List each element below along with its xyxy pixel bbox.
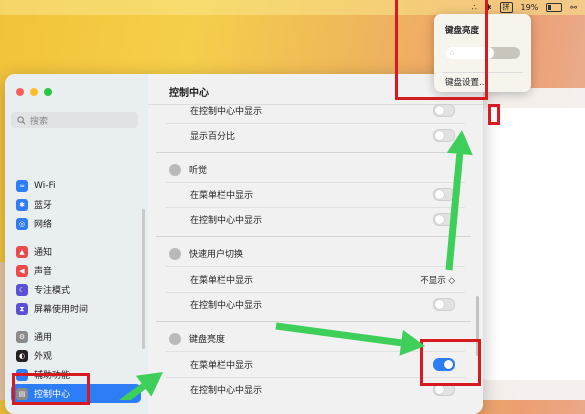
minimize-button[interactable] bbox=[30, 88, 38, 96]
zoom-button[interactable] bbox=[44, 88, 52, 96]
close-button[interactable] bbox=[16, 88, 24, 96]
setting-label: 听觉 bbox=[189, 166, 208, 176]
setting-row: 在控制中心中显示 bbox=[158, 292, 465, 317]
page-title: 控制中心 bbox=[169, 88, 209, 99]
search-icon bbox=[17, 115, 26, 125]
setting-label: 在控制中心中显示 bbox=[190, 107, 263, 117]
setting-row: 在控制中心中显示 bbox=[158, 98, 465, 123]
setting-label: 键盘亮度 bbox=[189, 335, 226, 345]
sidebar-scrollbar[interactable] bbox=[142, 209, 145, 349]
hourglass-icon: ⧗ bbox=[16, 302, 28, 315]
setting-label: 在菜单栏中显示 bbox=[190, 276, 254, 286]
setting-label: 在控制中心中显示 bbox=[190, 216, 263, 226]
dropdown-select[interactable]: 不显示 ◇ bbox=[420, 274, 455, 286]
sidebar-item-label: 通知 bbox=[34, 248, 53, 258]
sidebar-item-5[interactable]: ☾ 专注模式 bbox=[11, 280, 141, 299]
sidebar-item-4[interactable]: ◀ 声音 bbox=[11, 261, 141, 280]
bell-icon: ▲ bbox=[16, 245, 28, 258]
ear-icon bbox=[169, 163, 181, 176]
sidebar-item-label: 网络 bbox=[34, 220, 53, 230]
toggle-switch[interactable] bbox=[433, 129, 455, 142]
control-center-menubar-icon[interactable]: ⚯ bbox=[570, 3, 577, 12]
toggle-switch[interactable] bbox=[433, 298, 455, 311]
sidebar-item-1[interactable]: ✱ 蓝牙 bbox=[11, 195, 141, 214]
keyboard-brightness-icon bbox=[169, 332, 181, 345]
sidebar-list: ≈ Wi-Fi ✱ 蓝牙 ◎ 网络 ▲ 通知 ◀ 声音 ☾ 专注模式 ⧗ 屏幕使用时间 ⚙ 通用 ◐ 外观 ✦ 辅助功… bbox=[11, 176, 141, 403]
sidebar-item-label: Wi-Fi bbox=[34, 180, 56, 191]
sidebar-item-label: 通用 bbox=[34, 333, 53, 343]
section-header: 听觉 bbox=[158, 157, 465, 182]
annotation-box-toggle bbox=[420, 339, 481, 386]
setting-label: 快速用户切换 bbox=[189, 250, 244, 260]
search-placeholder: 搜索 bbox=[30, 116, 49, 127]
search-input[interactable]: 搜索 bbox=[11, 112, 138, 128]
sidebar-item-0[interactable]: ≈ Wi-Fi bbox=[11, 176, 141, 195]
setting-label: 在控制中心中显示 bbox=[190, 386, 263, 396]
sidebar-item-label: 专注模式 bbox=[34, 286, 71, 296]
moon-icon: ☾ bbox=[16, 283, 28, 296]
sidebar-item-label: 蓝牙 bbox=[34, 201, 53, 211]
user-switch-icon bbox=[169, 247, 181, 260]
setting-row: 显示百分比 bbox=[158, 123, 465, 148]
input-method[interactable]: 拼 bbox=[499, 2, 513, 13]
sidebar: 搜索 ≈ Wi-Fi ✱ 蓝牙 ◎ 网络 ▲ 通知 ◀ 声音 ☾ 专注模式 ⧗ 屏幕使用时间 ⚙ 通用 ◐ 外观 ✦… bbox=[5, 74, 149, 414]
annotation-box-popup bbox=[395, 0, 488, 100]
window-controls bbox=[16, 88, 52, 96]
setting-row: 在菜单栏中显示 bbox=[158, 352, 465, 377]
setting-label: 在菜单栏中显示 bbox=[190, 361, 254, 371]
menu-bar: ∴ ✱ 拼 19% ⚯ bbox=[0, 0, 585, 15]
appearance-icon: ◐ bbox=[16, 349, 28, 362]
speaker-icon: ◀ bbox=[16, 264, 28, 277]
annotation-box-sidebar bbox=[12, 373, 90, 405]
section-header: 键盘亮度 bbox=[158, 326, 465, 351]
globe-icon: ◎ bbox=[16, 217, 28, 230]
toggle-switch[interactable] bbox=[433, 213, 455, 226]
sidebar-item-label: 屏幕使用时间 bbox=[34, 305, 89, 315]
setting-label: 在菜单栏中显示 bbox=[190, 191, 254, 201]
setting-label: 在控制中心中显示 bbox=[190, 301, 263, 311]
toggle-switch[interactable] bbox=[433, 188, 455, 201]
setting-row: 在控制中心中显示 bbox=[158, 207, 465, 232]
battery-icon[interactable] bbox=[546, 3, 563, 12]
sidebar-item-8[interactable]: ◐ 外观 bbox=[11, 346, 141, 365]
system-settings-window: 搜索 ≈ Wi-Fi ✱ 蓝牙 ◎ 网络 ▲ 通知 ◀ 声音 ☾ 专注模式 ⧗ 屏幕使用时间 ⚙ 通用 ◐ 外观 ✦… bbox=[5, 74, 483, 414]
sidebar-item-3[interactable]: ▲ 通知 bbox=[11, 242, 141, 261]
wifi-icon: ≈ bbox=[16, 179, 28, 192]
toggle-switch[interactable] bbox=[433, 104, 455, 117]
gear-icon: ⚙ bbox=[16, 330, 28, 343]
sidebar-item-label: 外观 bbox=[34, 352, 53, 362]
annotation-box-menubar-slot bbox=[488, 104, 500, 125]
section-header: 快速用户切换 bbox=[158, 241, 465, 266]
sidebar-item-7[interactable]: ⚙ 通用 bbox=[11, 327, 141, 346]
background-window bbox=[470, 88, 585, 400]
bluetooth-icon: ✱ bbox=[16, 198, 28, 211]
setting-label: 显示百分比 bbox=[190, 132, 236, 142]
setting-row: 在菜单栏中显示 bbox=[158, 182, 465, 207]
sidebar-item-2[interactable]: ◎ 网络 bbox=[11, 214, 141, 233]
sidebar-item-6[interactable]: ⧗ 屏幕使用时间 bbox=[11, 299, 141, 318]
setting-row: 在控制中心中显示 bbox=[158, 377, 465, 402]
setting-row: 在菜单栏中显示 不显示 ◇ bbox=[158, 267, 465, 292]
sidebar-item-label: 声音 bbox=[34, 267, 53, 277]
battery-percent[interactable]: 19% bbox=[521, 3, 539, 12]
